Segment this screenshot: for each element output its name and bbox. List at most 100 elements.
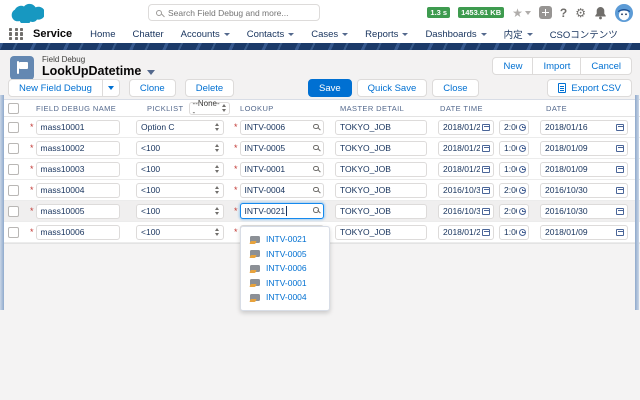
new-field-debug-menu-button[interactable] [101, 79, 120, 97]
chevron-down-icon[interactable] [147, 69, 156, 75]
row-checkbox[interactable] [7, 205, 19, 217]
picklist-select[interactable]: Option C [136, 119, 224, 135]
master-detail-input[interactable] [335, 203, 427, 219]
search-input[interactable] [168, 7, 312, 18]
calendar-icon[interactable] [616, 208, 624, 215]
calendar-icon[interactable] [482, 145, 490, 152]
field-debug-name-input[interactable] [35, 161, 120, 177]
calendar-icon[interactable] [616, 187, 624, 194]
calendar-icon[interactable] [482, 166, 490, 173]
avatar[interactable] [615, 3, 633, 22]
date-input[interactable] [540, 182, 628, 198]
nav-tab-naitei[interactable]: 内定 [504, 27, 533, 41]
calendar-icon[interactable] [616, 124, 624, 131]
select-all-checkbox[interactable] [7, 102, 19, 114]
nav-tab-dashboards[interactable]: Dashboards [425, 29, 487, 40]
picklist-header-select[interactable]: --None-- [188, 99, 230, 117]
lookup-input[interactable] [239, 182, 324, 198]
field-debug-name-input[interactable] [35, 203, 120, 219]
nav-tab-cso-contents[interactable]: CSOコンテンツ [550, 27, 618, 41]
calendar-icon[interactable] [482, 187, 490, 194]
stepper-icon [215, 165, 219, 173]
cancel-button[interactable]: Cancel [580, 57, 632, 75]
save-button[interactable]: Save [308, 79, 352, 97]
master-detail-input[interactable] [335, 119, 427, 135]
date-input[interactable] [540, 203, 628, 219]
master-detail-input[interactable] [335, 161, 427, 177]
nav-tab-contacts[interactable]: Contacts [247, 29, 295, 40]
left-scrollbar[interactable] [0, 95, 4, 310]
lookup-input[interactable] [239, 119, 324, 135]
quick-save-button[interactable]: Quick Save [356, 79, 428, 97]
date-input[interactable] [540, 140, 628, 156]
clock-icon[interactable] [519, 144, 526, 152]
lookup-input-focused[interactable]: INTV-0021 [239, 203, 324, 219]
calendar-icon[interactable] [616, 229, 624, 236]
calendar-icon[interactable] [482, 208, 490, 215]
export-csv-button[interactable]: Export CSV [547, 79, 632, 97]
lookup-option[interactable]: INTV-0005 [241, 247, 329, 262]
date-input[interactable] [540, 161, 628, 177]
field-debug-name-input[interactable] [35, 119, 120, 135]
field-debug-name-input[interactable] [35, 182, 120, 198]
lookup-input[interactable] [239, 161, 324, 177]
new-button[interactable]: New [492, 57, 534, 75]
lookup-option[interactable]: INTV-0004 [241, 290, 329, 305]
global-actions-button[interactable] [538, 6, 552, 19]
calendar-icon[interactable] [616, 166, 624, 173]
field-debug-name-input[interactable] [35, 140, 120, 156]
app-launcher-icon[interactable] [9, 27, 24, 41]
picklist-select[interactable]: <100 [136, 203, 224, 219]
lookup-search-icon[interactable] [313, 186, 319, 192]
lookup-search-icon[interactable] [313, 207, 319, 213]
help-button[interactable]: ? [560, 6, 567, 20]
lookup-search-icon[interactable] [313, 123, 319, 129]
lookup-option[interactable]: INTV-0006 [241, 261, 329, 276]
entity-label: Field Debug [42, 55, 86, 64]
picklist-select[interactable]: <100 [136, 224, 224, 240]
field-debug-name-input[interactable] [35, 224, 120, 240]
row-checkbox[interactable] [7, 226, 19, 238]
nav-tab-reports[interactable]: Reports [365, 29, 409, 40]
master-detail-input[interactable] [335, 224, 427, 240]
lookup-input[interactable] [239, 140, 324, 156]
picklist-select[interactable]: <100 [136, 161, 224, 177]
utility-icons: 1.3 s 1453.61 KB ★ ? ⚙ [427, 3, 633, 22]
close-button[interactable]: Close [432, 79, 479, 97]
lookup-search-icon[interactable] [313, 144, 319, 150]
picklist-select[interactable]: <100 [136, 182, 224, 198]
clock-icon[interactable] [519, 123, 526, 131]
clock-icon[interactable] [519, 228, 526, 236]
favorites-button[interactable]: ★ [512, 7, 531, 19]
right-scrollbar[interactable] [635, 95, 639, 310]
nav-tab-chatter[interactable]: Chatter [133, 29, 164, 40]
row-checkbox[interactable] [7, 121, 19, 133]
master-detail-input[interactable] [335, 182, 427, 198]
delete-button[interactable]: Delete [184, 79, 235, 97]
picklist-select[interactable]: <100 [136, 140, 224, 156]
clock-icon[interactable] [519, 186, 526, 194]
new-field-debug-button[interactable]: New Field Debug [8, 79, 103, 97]
clock-icon[interactable] [519, 165, 526, 173]
date-input[interactable] [540, 119, 628, 135]
row-checkbox[interactable] [7, 142, 19, 154]
clock-icon[interactable] [519, 207, 526, 215]
row-checkbox[interactable] [7, 184, 19, 196]
setup-button[interactable]: ⚙ [575, 7, 586, 19]
nav-tab-cases[interactable]: Cases [311, 29, 349, 40]
nav-tab-home[interactable]: Home [90, 29, 115, 40]
notifications-button[interactable] [594, 6, 607, 20]
lookup-option[interactable]: INTV-0001 [241, 276, 329, 291]
date-input[interactable] [540, 224, 628, 240]
calendar-icon[interactable] [482, 229, 490, 236]
master-detail-input[interactable] [335, 140, 427, 156]
calendar-icon[interactable] [482, 124, 490, 131]
calendar-icon[interactable] [616, 145, 624, 152]
lookup-option[interactable]: INTV-0021 [241, 232, 329, 247]
import-button[interactable]: Import [532, 57, 582, 75]
row-checkbox[interactable] [7, 163, 19, 175]
nav-tab-accounts[interactable]: Accounts [181, 29, 230, 40]
lookup-search-icon[interactable] [313, 165, 319, 171]
clone-button[interactable]: Clone [128, 79, 176, 97]
global-search[interactable] [148, 4, 320, 21]
